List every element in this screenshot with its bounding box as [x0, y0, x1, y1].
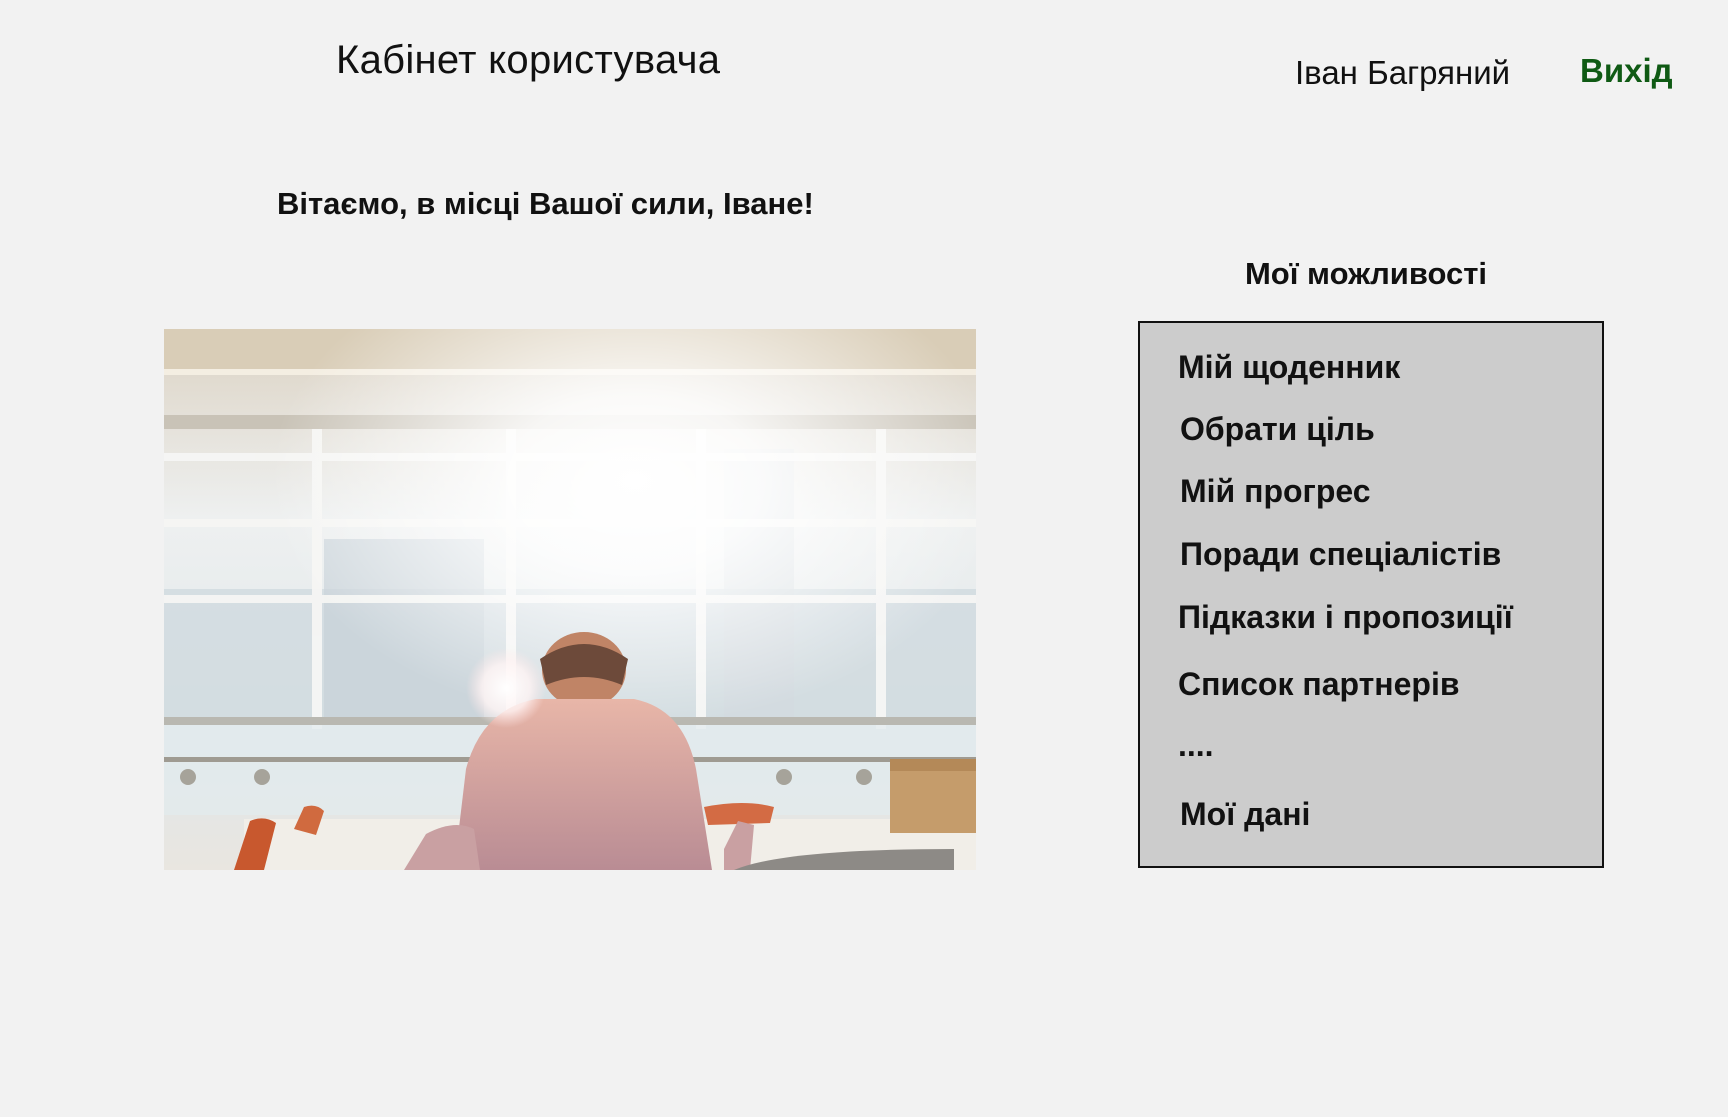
hero-image: [164, 329, 976, 870]
menu-item-partners[interactable]: Список партнерів: [1178, 666, 1460, 703]
menu-item-my-data[interactable]: Мої дані: [1180, 796, 1310, 833]
menu-item-my-progress[interactable]: Мій прогрес: [1180, 473, 1371, 510]
menu-item-tips[interactable]: Підказки і пропозиції: [1178, 599, 1513, 636]
greeting-heading: Вітаємо, в місці Вашої сили, Іване!: [277, 186, 814, 221]
menu-item-diary[interactable]: Мій щоденник: [1178, 349, 1400, 386]
features-title: Мої можливості: [1244, 256, 1488, 291]
page-title: Кабінет користувача: [336, 38, 721, 82]
office-photo: [164, 329, 976, 870]
features-menu: Мій щоденник Обрати ціль Мій прогрес Пор…: [1138, 321, 1604, 868]
menu-item-choose-goal[interactable]: Обрати ціль: [1180, 411, 1375, 448]
logout-link[interactable]: Вихід: [1580, 52, 1673, 90]
menu-item-more[interactable]: ....: [1178, 727, 1214, 764]
menu-item-expert-advice[interactable]: Поради спеціалістів: [1180, 536, 1501, 573]
user-name[interactable]: Іван Багряний: [1295, 54, 1510, 92]
